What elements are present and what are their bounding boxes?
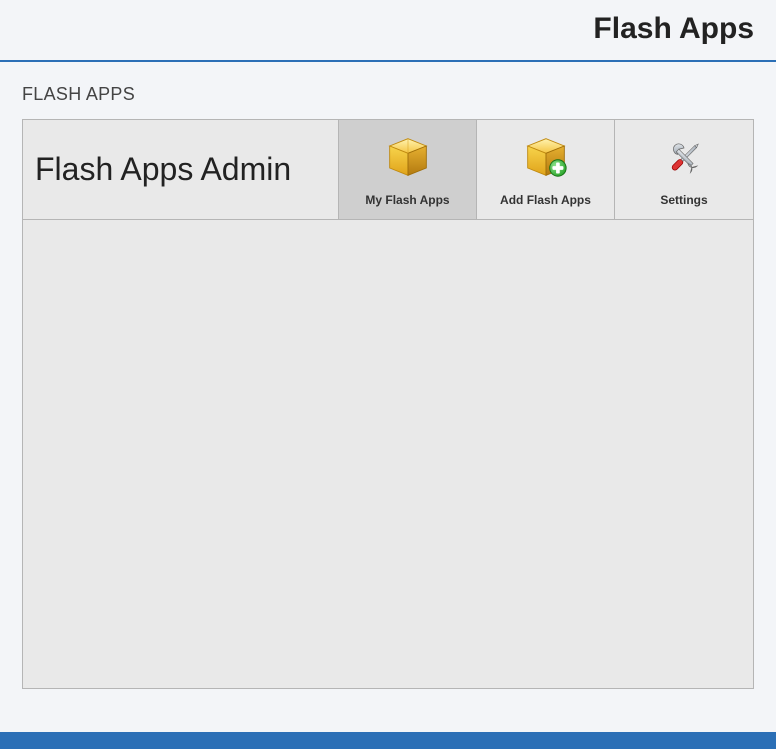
app-header: Flash Apps	[0, 0, 776, 62]
box-add-icon	[524, 135, 568, 179]
tab-label: Settings	[660, 193, 707, 207]
tab-my-flash-apps[interactable]: My Flash Apps	[339, 120, 477, 219]
box-icon	[386, 135, 430, 179]
wrench-icon	[662, 135, 706, 179]
content-area	[23, 220, 753, 688]
tab-label: Add Flash Apps	[500, 193, 591, 207]
admin-title: Flash Apps Admin	[23, 120, 339, 219]
page-heading: FLASH APPS	[0, 62, 776, 119]
tab-label: My Flash Apps	[365, 193, 449, 207]
tab-add-flash-apps[interactable]: Add Flash Apps	[477, 120, 615, 219]
tab-settings[interactable]: Settings	[615, 120, 753, 219]
footer-bar	[0, 732, 776, 749]
app-title: Flash Apps	[593, 12, 754, 46]
admin-panel: Flash Apps Admin	[22, 119, 754, 689]
admin-header: Flash Apps Admin	[23, 120, 753, 220]
